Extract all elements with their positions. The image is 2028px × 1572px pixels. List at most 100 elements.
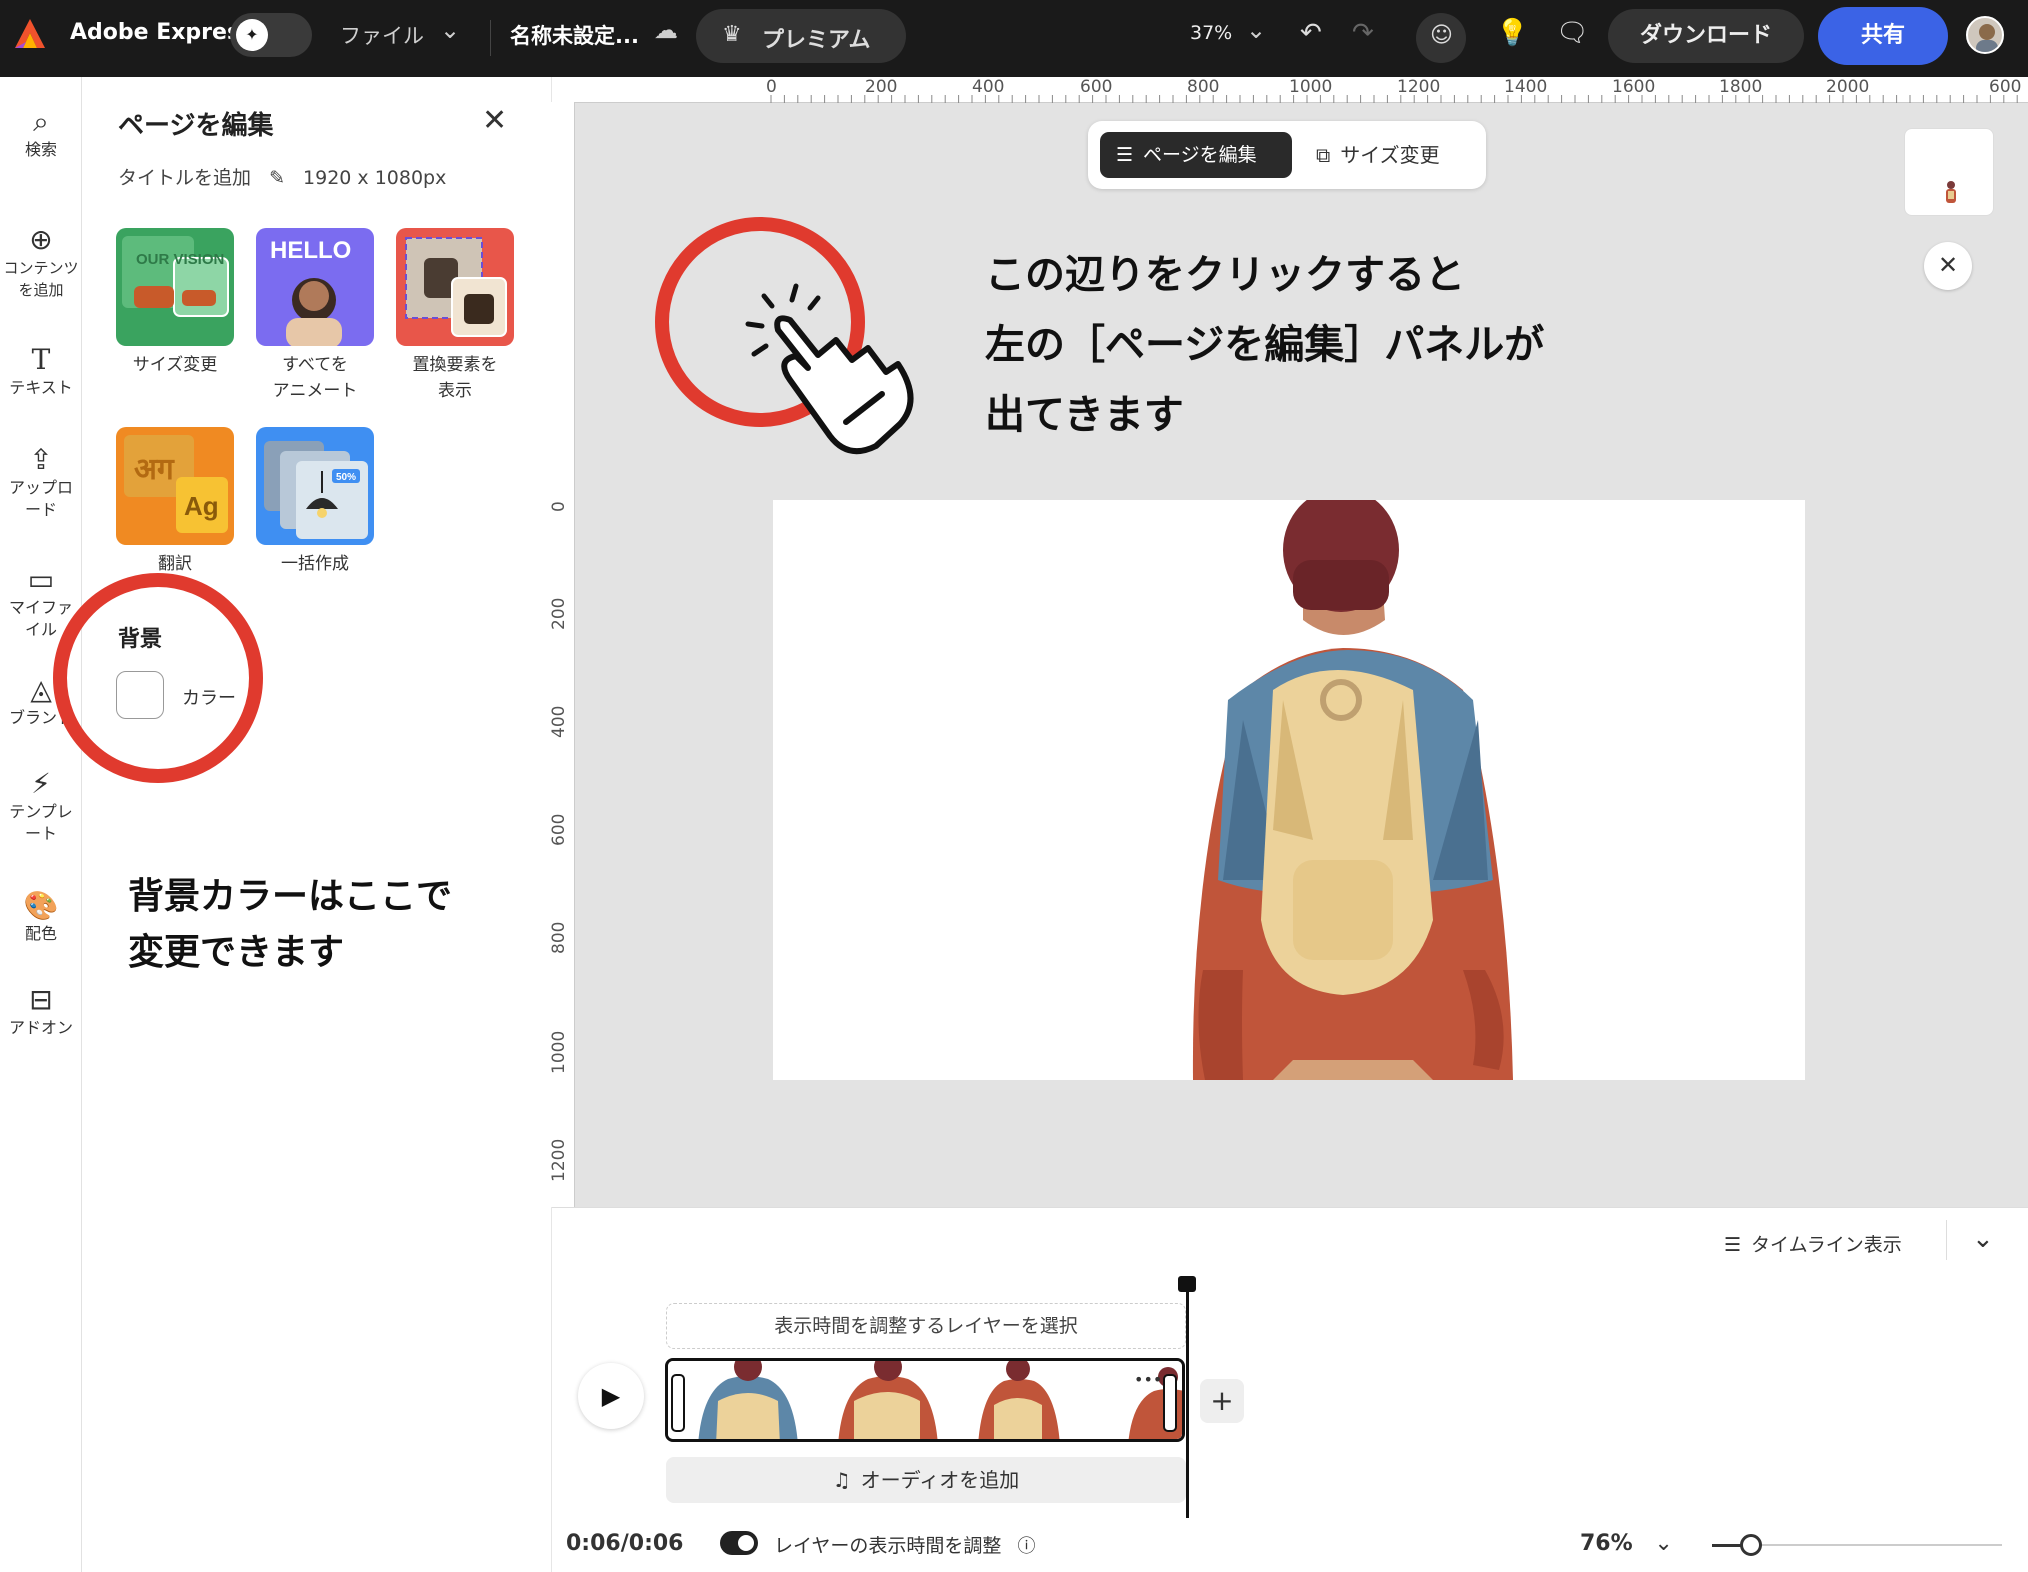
zoom-chevron-icon[interactable]: ⌄ [1246, 16, 1266, 44]
close-icon[interactable]: ✕ [1924, 242, 1972, 290]
tool-label: すべてを アニメート [245, 352, 385, 404]
adjust-duration-label: レイヤーの表示時間を調整 ⓘ [774, 1531, 1035, 1558]
animate-tile-text: HELLO [270, 237, 351, 264]
pointing-hand-icon [774, 315, 914, 455]
video-clip[interactable]: ••• [665, 1358, 1185, 1442]
play-icon: ▶ [601, 1382, 621, 1410]
tool-label-line1: 置換要素を [412, 355, 498, 375]
addon-icon: ⊟ [29, 983, 53, 1016]
replace-illustration [405, 237, 507, 337]
pencil-icon[interactable]: ✎ [269, 167, 285, 189]
translate-tile[interactable]: अग Ag [116, 427, 234, 545]
ruler-label: 1200 [549, 1138, 569, 1182]
horizontal-ruler: 0 200 400 600 800 1000 1200 1400 1600 18… [575, 77, 2028, 103]
add-audio-label: オーディオを追加 [860, 1468, 1020, 1492]
info-icon[interactable]: ⓘ [1017, 1536, 1035, 1557]
bulk-create-tile[interactable]: 50% [256, 427, 374, 545]
redo-icon[interactable]: ↷ [1352, 18, 1374, 48]
adjust-duration-toggle[interactable] [720, 1531, 758, 1555]
premium-label: プレミアム [762, 28, 871, 53]
timeline-view-label: タイムライン表示 [1751, 1234, 1902, 1256]
animate-all-tile[interactable]: HELLO [256, 228, 374, 346]
ruler-label: 1600 [1612, 77, 1656, 97]
panel-title: ページを編集 [118, 111, 274, 141]
resize-icon: ⧉ [1316, 143, 1331, 167]
click-highlight-circle [655, 217, 914, 455]
chevron-down-icon[interactable]: ⌄ [440, 16, 460, 44]
document-title[interactable]: 名称未設定... [510, 20, 639, 50]
resize-label: サイズ変更 [1340, 143, 1440, 167]
slider-fill [1712, 1544, 1742, 1547]
add-audio-button[interactable]: ♫ オーディオを追加 [666, 1457, 1186, 1503]
file-menu[interactable]: ファイル [340, 20, 424, 50]
close-icon[interactable]: ✕ [482, 103, 507, 138]
ruler-label: 1200 [1397, 77, 1441, 97]
edit-page-button[interactable]: ☰ ページを編集 [1100, 132, 1292, 178]
zoom-level[interactable]: 37% [1190, 22, 1232, 44]
add-title-link[interactable]: タイトルを追加 [118, 167, 251, 189]
resize-tile-text: OUR VISION [136, 251, 224, 268]
avatar[interactable] [1966, 16, 2004, 54]
ruler-label: 1400 [1504, 77, 1548, 97]
upload-icon: ⇪ [29, 443, 53, 476]
nav-text[interactable]: T テキスト [0, 343, 82, 399]
ruler-label: 800 [549, 921, 569, 954]
ruler-label: 1000 [549, 1030, 569, 1074]
chevron-down-icon[interactable]: ⌄ [1972, 1224, 1994, 1254]
ruler-label: 0 [766, 77, 777, 97]
undo-icon[interactable]: ↶ [1300, 18, 1322, 48]
timeline-view-toggle[interactable]: ☰ タイムライン表示 [1724, 1230, 1902, 1257]
lightbulb-icon[interactable]: 💡 [1496, 18, 1528, 48]
add-clip-button[interactable]: + [1200, 1379, 1244, 1423]
premium-button[interactable]: ♛ プレミアム [696, 9, 906, 63]
share-button[interactable]: 共有 [1818, 7, 1948, 65]
nav-upload[interactable]: ⇪ アップロード [0, 443, 82, 521]
nav-label: アドオン [8, 1018, 73, 1037]
slider-handle[interactable] [1740, 1534, 1762, 1556]
nav-label: テンプレート [9, 802, 73, 843]
nav-addons[interactable]: ⊟ アドオン [0, 983, 82, 1039]
timeline-zoom[interactable]: 76% ⌄ [1580, 1531, 1673, 1556]
sliders-icon: ☰ [1116, 144, 1134, 166]
design-page[interactable] [773, 500, 1805, 1080]
bulk-tile-badge: 50% [336, 472, 356, 483]
comment-icon[interactable]: 🗨 [1556, 18, 1589, 48]
resize-tile[interactable]: OUR VISION [116, 228, 234, 346]
resize-button[interactable]: ⧉ サイズ変更 [1316, 132, 1440, 178]
chevron-down-icon: ⌄ [1654, 1531, 1673, 1556]
collaborate-button[interactable]: ☺ [1416, 13, 1466, 63]
app-name: Adobe Express [70, 20, 254, 45]
ruler-label: 2000 [1826, 77, 1870, 97]
clip-trim-handle-left [671, 1374, 685, 1432]
download-button[interactable]: ダウンロード [1608, 9, 1804, 63]
animate-illustration: HELLO [270, 237, 351, 346]
left-nav: ⌕ 検索 ⊕ コンテンツを追加 T テキスト ⇪ アップロード ▭ マイファイル… [0, 77, 82, 1572]
search-icon: ⌕ [33, 105, 49, 138]
layer-select-hint[interactable]: 表示時間を調整するレイヤーを選択 [666, 1303, 1186, 1349]
tool-label-line2: アニメート [272, 381, 358, 401]
adobe-express-logo-icon[interactable] [12, 16, 48, 52]
tool-label: サイズ変更 [132, 355, 218, 375]
timeline-panel: ☰ タイムライン表示 ⌄ 表示時間を調整するレイヤーを選択 ▶ ••• + ♫ … [552, 1207, 2028, 1572]
playhead[interactable] [1186, 1290, 1189, 1518]
play-button[interactable]: ▶ [578, 1363, 644, 1429]
top-bar: Adobe Express ✦ ファイル ⌄ 名称未設定... ☁ ♛ プレミア… [0, 0, 2028, 77]
ruler-label: 0 [549, 501, 569, 512]
nav-search[interactable]: ⌕ 検索 [0, 105, 82, 161]
page-thumbnail[interactable] [1904, 128, 1994, 216]
annotation-line: 変更できます [128, 932, 345, 973]
vertical-ruler: 0 200 400 600 800 1000 1200 [545, 102, 575, 1207]
ruler-label: 400 [549, 705, 569, 738]
ai-mode-toggle[interactable]: ✦ [230, 13, 312, 57]
resize-illustration: OUR VISION [122, 236, 229, 317]
canvas-annotation: この辺りをクリックすると 左の［ページを編集］パネルが 出てきます [985, 240, 1544, 450]
nav-add-content[interactable]: ⊕ コンテンツを追加 [0, 223, 82, 301]
clip-trim-handle-right [1163, 1374, 1177, 1432]
divider [490, 20, 491, 56]
page-toolbar: ☰ ページを編集 ⧉ サイズ変更 [1088, 121, 1486, 189]
bulk-illustration: 50% [264, 441, 368, 539]
nav-color[interactable]: 🎨 配色 [0, 889, 82, 945]
edit-page-panel: ページを編集 ✕ タイトルを追加 ✎ 1920 x 1080px OUR VIS… [82, 77, 552, 1572]
show-replaceable-tile[interactable] [396, 228, 514, 346]
text-icon: T [31, 343, 51, 376]
